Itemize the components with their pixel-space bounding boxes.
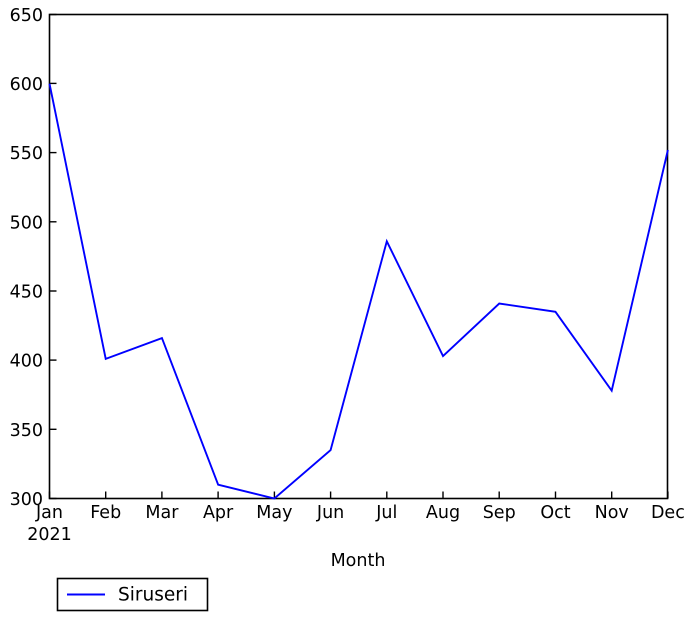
y-tick-label: 400 xyxy=(10,352,43,372)
x-tick-label-apr: Apr xyxy=(203,503,234,523)
x-tick-label-jun: Jun xyxy=(316,503,344,523)
chart-figure: 300 350 400 450 500 550 600 650 Jan Feb … xyxy=(0,0,693,621)
y-tick-label: 450 xyxy=(10,283,43,303)
y-tick-label: 650 xyxy=(10,6,43,26)
legend-label-siruseri: Siruseri xyxy=(118,585,188,606)
x-tick-label-aug: Aug xyxy=(426,503,460,523)
x-tick-label-oct: Oct xyxy=(540,503,570,523)
line-chart: 300 350 400 450 500 550 600 650 Jan Feb … xyxy=(10,6,685,612)
y-tick-label: 600 xyxy=(10,75,43,95)
x-tick-label-feb: Feb xyxy=(90,503,121,523)
x-tick-label-year: 2021 xyxy=(27,525,72,545)
x-tick-label-may: May xyxy=(256,503,292,523)
x-tick-label-mar: Mar xyxy=(145,503,179,523)
x-tick-label-jul: Jul xyxy=(375,503,397,523)
y-tick-label: 500 xyxy=(10,213,43,233)
plot-frame xyxy=(48,13,669,500)
x-tick-label-dec: Dec xyxy=(651,503,685,523)
x-tick-labels: Jan Feb Mar Apr May Jun Jul Aug Sep Oct … xyxy=(27,503,685,545)
y-tick-labels: 300 350 400 450 500 550 600 650 xyxy=(10,6,43,510)
x-axis-title: Month xyxy=(331,551,386,571)
y-tick-label: 350 xyxy=(10,421,43,441)
series-line-siruseri xyxy=(48,83,669,500)
x-tick-marks xyxy=(48,491,669,499)
y-tick-label: 550 xyxy=(10,144,43,164)
x-tick-label-sep: Sep xyxy=(483,503,516,523)
x-tick-label-nov: Nov xyxy=(595,503,629,523)
x-tick-label-jan: Jan xyxy=(35,503,63,523)
legend: Siruseri xyxy=(56,577,209,612)
